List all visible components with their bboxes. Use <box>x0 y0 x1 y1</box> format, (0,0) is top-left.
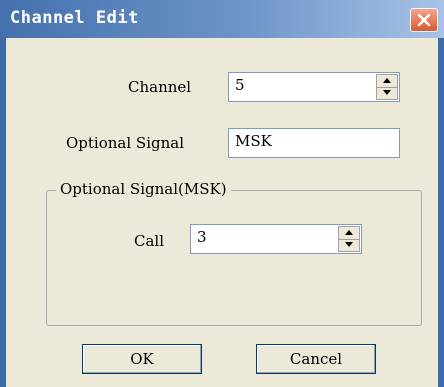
optional-signal-label: Optional Signal <box>66 134 185 152</box>
call-label: Call <box>134 232 165 250</box>
ok-button[interactable]: OK <box>82 344 202 374</box>
title-bar[interactable]: Channel Edit <box>0 0 444 38</box>
close-button[interactable] <box>410 8 438 32</box>
call-spin-down[interactable] <box>339 239 359 251</box>
optional-signal-value: MSK <box>235 132 272 150</box>
arrow-down-icon <box>383 90 391 95</box>
arrow-down-icon <box>345 242 353 247</box>
dialog-window: Channel Edit Channel 5 Optional Signal M… <box>0 0 444 387</box>
channel-spin-down[interactable] <box>377 87 397 99</box>
channel-spin-buttons[interactable] <box>376 74 398 100</box>
dialog-body: Channel 5 Optional Signal MSK Optional S… <box>6 38 438 387</box>
group-title: Optional Signal(MSK) <box>56 180 231 198</box>
optional-signal-group <box>46 190 422 326</box>
channel-label: Channel <box>128 78 192 96</box>
optional-signal-field[interactable]: MSK <box>228 128 400 158</box>
window-title: Channel Edit <box>10 8 139 28</box>
call-spin-buttons[interactable] <box>338 226 360 252</box>
channel-value: 5 <box>235 76 245 94</box>
call-spinbox[interactable]: 3 <box>190 224 362 254</box>
arrow-up-icon <box>383 78 391 83</box>
arrow-up-icon <box>345 230 353 235</box>
cancel-button[interactable]: Cancel <box>256 344 376 374</box>
channel-spinbox[interactable]: 5 <box>228 72 400 102</box>
call-value: 3 <box>197 228 207 246</box>
